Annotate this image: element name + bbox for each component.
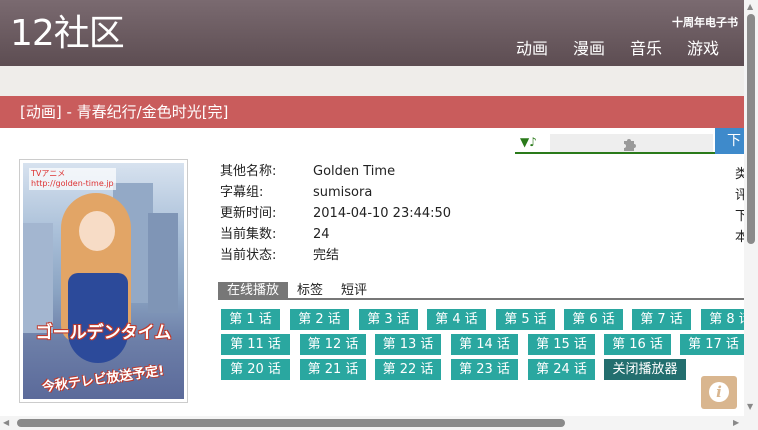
info-icon: i xyxy=(709,382,729,402)
page-title: [动画] - 青春纪行/金色时光[完] xyxy=(20,103,229,121)
close-player-button[interactable]: 关闭播放器 xyxy=(604,359,686,380)
right-info-label: 评 xyxy=(735,188,744,203)
episode-button[interactable]: 第 20 话 xyxy=(221,359,290,380)
poster-corner-text: TVアニメ http://golden-time.jp xyxy=(29,168,116,190)
info-label: 其他名称: xyxy=(220,164,277,179)
episode-button[interactable]: 第 24 话 xyxy=(528,359,595,380)
info-button[interactable]: i xyxy=(701,376,737,409)
info-value: 完结 xyxy=(313,248,340,263)
info-label: 当前状态: xyxy=(220,248,277,263)
poster-logo: ゴールデンタイム xyxy=(35,323,172,343)
info-value: 24 xyxy=(313,227,330,242)
poster-subtitle: 今秋テレビ放送予定! xyxy=(41,363,166,396)
download-button[interactable]: 下 xyxy=(715,128,744,154)
character-face xyxy=(79,211,115,251)
episode-button[interactable]: 第 5 话 xyxy=(496,309,555,330)
episode-row: 第 1 话第 2 话第 3 话第 4 话第 5 话第 6 话第 7 话第 8 话 xyxy=(221,309,744,334)
main-nav: 动画 漫画 音乐 游戏 xyxy=(516,40,744,58)
right-info-label: 下 xyxy=(735,209,744,224)
info-row: 当前状态: 完结 xyxy=(220,248,451,269)
info-value: 2014-04-10 23:44:50 xyxy=(313,206,452,221)
scroll-down-icon[interactable]: ▼ xyxy=(747,403,753,411)
episode-button[interactable]: 第 11 话 xyxy=(221,334,290,355)
info-table: 其他名称: Golden Time 字幕组: sumisora 更新时间: 2014-04… xyxy=(220,164,451,269)
vertical-scroll-thumb[interactable] xyxy=(747,14,755,244)
vertical-scrollbar[interactable]: ▲ ▼ xyxy=(744,0,758,416)
info-value: sumisora xyxy=(313,185,373,200)
episode-button[interactable]: 第 16 话 xyxy=(604,334,671,355)
episode-button[interactable]: 第 2 话 xyxy=(290,309,349,330)
info-label: 当前集数: xyxy=(220,227,277,242)
episode-button[interactable]: 第 14 话 xyxy=(451,334,518,355)
scroll-up-icon[interactable]: ▲ xyxy=(747,3,753,11)
poster-image: TVアニメ http://golden-time.jp ゴールデンタイム 今秋テレ… xyxy=(23,163,184,399)
episode-button[interactable]: 第 13 话 xyxy=(375,334,441,355)
anniversary-ebook-link[interactable]: 十周年电子书 xyxy=(672,14,738,30)
main-content: ▼♪ 下 TVアニメ http://golden-time.jp ゴールデンタイム… xyxy=(0,128,744,430)
episode-button[interactable]: 第 22 话 xyxy=(375,359,441,380)
episode-button[interactable]: 第 1 话 xyxy=(221,309,280,330)
episode-button[interactable]: 第 7 话 xyxy=(632,309,691,330)
episode-button[interactable]: 第 15 话 xyxy=(528,334,595,355)
scroll-left-icon[interactable]: ◀ xyxy=(3,418,9,427)
horizontal-scroll-thumb[interactable] xyxy=(17,419,565,427)
episode-button[interactable]: 第 21 话 xyxy=(300,359,366,380)
scrollbar-corner xyxy=(744,416,758,430)
page: 12社区 十周年电子书 动画 漫画 音乐 游戏 [动画] - 青春纪行/金色时光… xyxy=(0,0,758,430)
info-row: 字幕组: sumisora xyxy=(220,185,451,206)
info-label: 更新时间: xyxy=(220,206,277,221)
player-bar: ▼♪ xyxy=(515,132,715,154)
character-dress xyxy=(68,273,128,363)
episode-button[interactable]: 第 17 话 xyxy=(680,334,744,355)
nav-item-music[interactable]: 音乐 xyxy=(630,40,662,58)
right-info-label: 类 xyxy=(735,167,744,182)
anime-poster[interactable]: TVアニメ http://golden-time.jp ゴールデンタイム 今秋テレ… xyxy=(19,159,188,403)
info-label: 字幕组: xyxy=(220,185,264,200)
episode-button[interactable]: 第 4 话 xyxy=(427,309,486,330)
sub-bar xyxy=(0,66,744,96)
site-logo[interactable]: 12社区 xyxy=(10,14,125,54)
player-plugin-area[interactable] xyxy=(550,134,713,152)
nav-item-games[interactable]: 游戏 xyxy=(687,40,719,58)
info-row: 当前集数: 24 xyxy=(220,227,451,248)
nav-item-manga[interactable]: 漫画 xyxy=(573,40,605,58)
title-bar: [动画] - 青春纪行/金色时光[完] xyxy=(0,96,744,128)
tab-bar: 在线播放 标签 短评 xyxy=(218,282,744,300)
nav-item-anime[interactable]: 动画 xyxy=(516,40,548,58)
episode-button[interactable]: 第 8 话 xyxy=(701,309,744,330)
tab-online-play[interactable]: 在线播放 xyxy=(218,282,289,299)
right-info-column: 类评下本 xyxy=(735,164,744,248)
music-icon[interactable]: ▼♪ xyxy=(520,135,537,149)
info-row: 其他名称: Golden Time xyxy=(220,164,451,185)
info-value: Golden Time xyxy=(313,164,396,179)
episode-button[interactable]: 第 23 话 xyxy=(451,359,518,380)
episode-button[interactable]: 第 3 话 xyxy=(359,309,418,330)
scroll-right-icon[interactable]: ▶ xyxy=(733,418,739,427)
info-row: 更新时间: 2014-04-10 23:44:50 xyxy=(220,206,451,227)
right-info-label: 本 xyxy=(735,230,744,245)
horizontal-scrollbar[interactable]: ◀ ▶ xyxy=(0,416,744,430)
episode-row: 第 20 话第 21 话第 22 话第 23 话第 24 话关闭播放器 xyxy=(221,359,744,384)
episode-row: 第 11 话第 12 话第 13 话第 14 话第 15 话第 16 话第 17… xyxy=(221,334,744,359)
site-header: 12社区 十周年电子书 动画 漫画 音乐 游戏 xyxy=(0,0,744,66)
puzzle-icon xyxy=(621,134,637,152)
episode-list: 第 1 话第 2 话第 3 话第 4 话第 5 话第 6 话第 7 话第 8 话… xyxy=(221,309,744,384)
tab-tags[interactable]: 标签 xyxy=(288,282,332,299)
tab-comments[interactable]: 短评 xyxy=(332,282,376,299)
episode-button[interactable]: 第 12 话 xyxy=(300,334,366,355)
episode-button[interactable]: 第 6 话 xyxy=(564,309,623,330)
